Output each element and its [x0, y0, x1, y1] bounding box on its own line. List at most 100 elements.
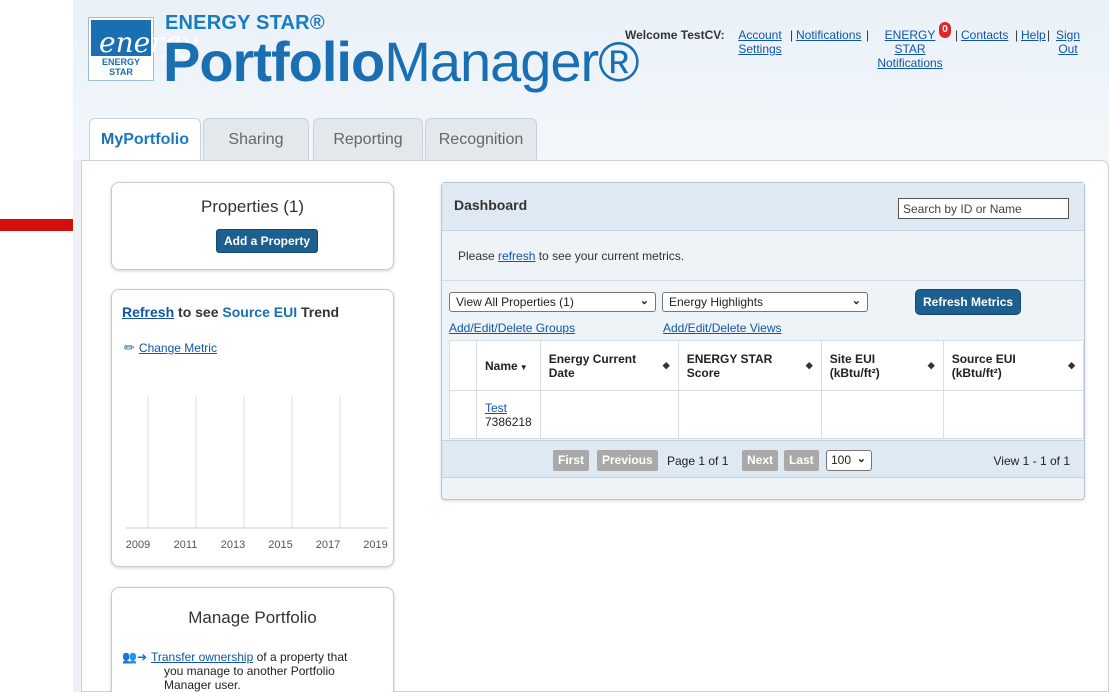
welcome-text: Welcome TestCV: [625, 28, 725, 42]
property-filter-value: View All Properties (1) [456, 295, 574, 309]
chart-year-tick-label: 2019 [363, 539, 387, 551]
column-header-energy-date[interactable]: Energy Current Date ◆ [539, 340, 679, 391]
refresh-metrics-button[interactable]: Refresh Metrics [915, 289, 1022, 315]
transfer-text-2: you manage to another Portfolio [164, 664, 335, 678]
energy-star-logo[interactable]: energy ENERGY STAR [89, 18, 197, 80]
page-size-select[interactable]: 100 ⌄ [826, 450, 872, 471]
column-site-eui-label-2: (kBtu/ft²) [829, 365, 880, 380]
previous-page-button[interactable]: Previous [597, 450, 658, 471]
edit-views-link[interactable]: Add/Edit/Delete Views [663, 321, 782, 335]
chevron-down-icon: ⌄ [639, 295, 649, 307]
property-filter-select[interactable]: View All Properties (1) ⌄ [449, 292, 656, 312]
chart-year-tick-label: 2011 [174, 539, 198, 551]
sign-out-link[interactable]: Sign Out [1053, 28, 1083, 56]
edit-groups-link[interactable]: Add/Edit/Delete Groups [449, 321, 575, 335]
refresh-link[interactable]: refresh [498, 249, 535, 263]
chart-year-tick-label: 2015 [268, 539, 292, 551]
help-link[interactable]: Help [1021, 28, 1046, 42]
table-cell-site-eui [820, 390, 944, 439]
trend-chart: 2009 2011 2013 2015 2017 2019 [126, 396, 388, 551]
tab-reporting[interactable]: Reporting [313, 118, 423, 160]
nav-separator: | [955, 28, 959, 42]
transfer-text-3: Manager user. [164, 678, 241, 692]
trend-refresh-link[interactable]: Refresh [122, 304, 174, 320]
page-info: Page 1 of 1 [667, 454, 729, 468]
notifications-link[interactable]: Notifications [796, 28, 861, 42]
trend-title: Refresh to see Source EUI Trend [122, 304, 339, 320]
tab-label-my: My [101, 131, 124, 148]
refresh-message: Please refresh to see your current metri… [458, 249, 684, 263]
column-name-label: Name [485, 358, 518, 373]
source-eui-trend-box: Refresh to see Source EUI Trend ✏ Change … [111, 289, 394, 567]
account-settings-link[interactable]: Account Settings [732, 28, 788, 56]
trend-metric-name: Source EUI [222, 304, 298, 320]
refresh-msg-pre: Please [458, 249, 499, 263]
sort-icon: ◆ [1068, 360, 1075, 370]
table-cell-score [677, 390, 822, 439]
dashboard-title: Dashboard [454, 197, 528, 213]
add-property-button[interactable]: Add a Property [216, 229, 319, 253]
property-name-link[interactable]: Test [485, 401, 507, 415]
sort-desc-icon: ▼ [519, 362, 528, 372]
view-select[interactable]: Energy Highlights ⌄ [662, 292, 868, 312]
chevron-down-icon: ⌄ [851, 295, 861, 307]
view-info: View 1 - 1 of 1 [993, 454, 1071, 468]
last-page-button[interactable]: Last [784, 450, 819, 471]
table-header-select [449, 340, 477, 391]
logo-label: ENERGY STAR [91, 54, 151, 78]
property-id: 7386218 [485, 414, 532, 429]
table-cell-source-eui [942, 390, 1085, 439]
table-cell-select [449, 390, 477, 439]
change-metric-link[interactable]: Change Metric [139, 341, 217, 355]
energy-star-notifications-link[interactable]: ENERGY STAR Notifications [872, 28, 948, 70]
brand-title-bold: Portfolio [163, 30, 385, 93]
nav-separator: | [1047, 28, 1051, 42]
transfer-text-1: of a property that [253, 650, 348, 664]
column-header-score[interactable]: ENERGY STAR Score ◆ [677, 340, 822, 391]
refresh-msg-post: to see your current metrics. [535, 249, 685, 263]
table-cell-name: Test 7386218 [476, 390, 541, 439]
table-row: Test 7386218 [449, 390, 1085, 439]
nav-separator: | [1015, 28, 1019, 42]
column-header-source-eui[interactable]: Source EUI (kBtu/ft²) ◆ [942, 340, 1085, 391]
notification-badge: 0 [939, 22, 951, 38]
chart-year-tick-label: 2017 [316, 539, 340, 551]
trend-title-mid: to see [174, 304, 223, 320]
change-metric: ✏ Change Metric [124, 340, 217, 356]
table-header-row: Name ▼ Energy Current Date ◆ ENERGY STAR Sc… [449, 340, 1085, 391]
sort-icon: ◆ [927, 360, 935, 370]
manage-portfolio-box: Manage Portfolio 👥➜ Transfer ownership of… [111, 587, 394, 692]
manage-portfolio-title: Manage Portfolio [188, 608, 317, 627]
pager: First Previous Page 1 of 1 Next Last 100… [442, 440, 1084, 478]
trend-title-suffix: Trend [297, 304, 340, 320]
chevron-down-icon: ⌄ [856, 453, 866, 465]
tab-label-portfolio: Portfolio [123, 131, 189, 148]
table-cell-energy-date [539, 390, 679, 439]
tab-myportfolio[interactable]: MyPortfolio [89, 118, 201, 162]
column-header-name[interactable]: Name ▼ [476, 340, 541, 391]
next-page-button[interactable]: Next [742, 450, 779, 471]
properties-box: Properties (1) Add a Property [111, 182, 394, 270]
column-score-label-2: Score [686, 365, 721, 380]
brand-title-light: Manager® [384, 30, 639, 93]
sort-icon: ◆ [662, 360, 670, 370]
column-source-eui-label-2: (kBtu/ft²) [951, 365, 1002, 380]
column-source-eui-label-1: Source EUI [951, 351, 1016, 366]
properties-title: Properties (1) [201, 197, 304, 216]
brand-title: PortfolioManager® [163, 30, 639, 94]
refresh-message-bar: Please refresh to see your current metri… [442, 231, 1084, 281]
transfer-ownership-link[interactable]: Transfer ownership [151, 650, 253, 664]
tab-recognition[interactable]: Recognition [425, 118, 537, 160]
nav-separator: | [866, 28, 870, 42]
column-site-eui-label-1: Site EUI [829, 351, 876, 366]
dashboard-panel: Dashboard Please refresh to see your cur… [441, 182, 1085, 500]
column-header-site-eui[interactable]: Site EUI (kBtu/ft²) ◆ [820, 340, 944, 391]
first-page-button[interactable]: First [553, 450, 590, 471]
column-energy-date-label-1: Energy Current [548, 351, 637, 366]
tab-sharing[interactable]: Sharing [203, 118, 309, 160]
properties-table: Name ▼ Energy Current Date ◆ ENERGY STAR Sc… [449, 340, 1085, 439]
contacts-link[interactable]: Contacts [961, 28, 1008, 42]
sort-icon: ◆ [805, 360, 813, 370]
search-input[interactable] [898, 198, 1069, 219]
chart-year-tick-label: 2013 [221, 539, 245, 551]
